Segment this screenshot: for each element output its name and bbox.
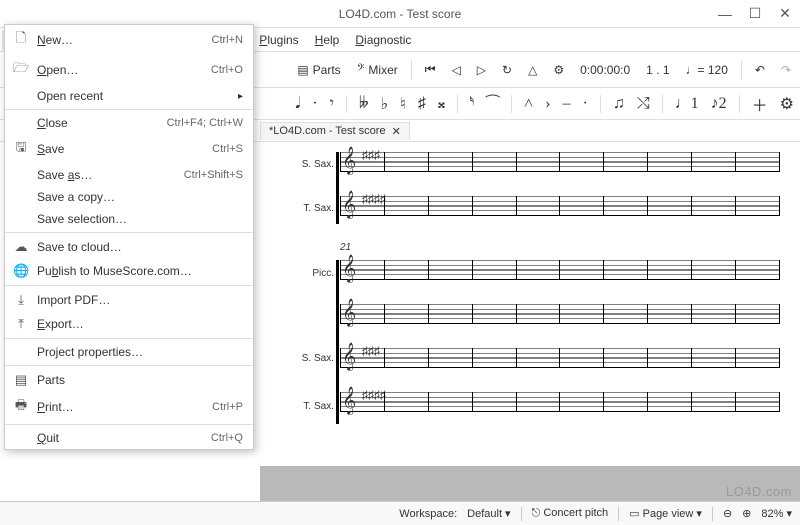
slur-icon[interactable]: ⁀ (486, 94, 499, 114)
staff-label: T. Sax. (280, 401, 334, 412)
tie-icon[interactable]: 𝅯 (470, 95, 474, 113)
undo-button[interactable]: ↶ (750, 60, 770, 80)
score-view[interactable]: S. Sax. T. Sax. 𝄞♯♯♯ 𝄞♯♯♯♯ Picc. S. Sax.… (260, 142, 800, 501)
double-sharp-icon[interactable]: 𝄪 (438, 95, 445, 113)
new-icon: 🗋 (13, 29, 29, 51)
print-icon: 🖶 (13, 396, 29, 418)
gear-icon[interactable]: ⚙ (780, 94, 794, 114)
watermark: LO4D.com (726, 484, 792, 499)
dot-icon[interactable]: · (312, 95, 317, 113)
system-2: Picc. S. Sax. T. Sax. 21 𝄞 𝄞 𝄞♯♯♯ 𝄞♯♯♯♯ (280, 250, 780, 430)
double-flat-icon[interactable]: 𝄫 (359, 95, 369, 113)
duration-quarter-icon[interactable]: 𝅘𝅥 (295, 95, 300, 113)
menu-diagnostic[interactable]: Diagnostic (347, 30, 419, 50)
open-icon: 🗁 (13, 59, 29, 81)
menu-parts[interactable]: ▤Parts (5, 368, 253, 392)
position-display: 1 . 1 (641, 60, 674, 80)
tuning-fork-icon: ⎋ (532, 507, 541, 519)
workspace-label: Workspace: (399, 508, 457, 520)
tenuto-icon[interactable]: – (563, 95, 571, 113)
parts-icon: ▤ (13, 372, 29, 388)
menu-help[interactable]: Help (307, 30, 348, 50)
cloud-icon: ☁ (13, 239, 29, 255)
close-window-button[interactable]: ✕ (770, 0, 800, 28)
system-1: S. Sax. T. Sax. 𝄞♯♯♯ 𝄞♯♯♯♯ (280, 142, 780, 230)
rest-icon[interactable]: 𝄾 (330, 95, 334, 113)
menu-close[interactable]: CloseCtrl+F4; Ctrl+W (5, 112, 253, 134)
rewind-button[interactable]: ⏮ (420, 59, 441, 80)
maximize-button[interactable]: ☐ (740, 0, 770, 28)
menu-plugins[interactable]: Plugins (251, 30, 306, 50)
settings-button[interactable]: ⚙ (548, 60, 569, 80)
metronome-button[interactable]: △ (523, 60, 542, 80)
sharp-icon[interactable]: ♯ (418, 95, 426, 113)
mixer-button[interactable]: 𝄢Mixer (352, 59, 403, 80)
voice1-icon[interactable]: ♩1 (675, 95, 699, 113)
menu-save-cloud[interactable]: ☁Save to cloud… (5, 235, 253, 259)
tab-label: *LO4D.com - Test score (269, 125, 386, 137)
tempo-display: ♩= 120 (681, 60, 733, 80)
menu-quit[interactable]: QuitCtrl+Q (5, 427, 253, 449)
staff-label: Picc. (280, 268, 334, 279)
file-menu-dropdown: 🗋New…Ctrl+N 🗁Open…Ctrl+O Open recent Clo… (4, 24, 254, 450)
menu-project-properties[interactable]: Project properties… (5, 341, 253, 363)
parts-button[interactable]: ▤Parts (292, 60, 345, 80)
play-button[interactable]: ▷ (472, 60, 491, 80)
window-title: LO4D.com - Test score (339, 7, 461, 21)
back-button[interactable]: ◁ (447, 60, 466, 80)
menu-save[interactable]: 🖫SaveCtrl+S (5, 134, 253, 164)
zoom-in-button[interactable]: ⊕ (742, 507, 751, 520)
natural-icon[interactable]: ♮ (400, 94, 406, 114)
staff-label: S. Sax. (280, 353, 334, 364)
page-gap (260, 466, 800, 501)
menu-print[interactable]: 🖶Print…Ctrl+P (5, 392, 253, 422)
menu-save-selection[interactable]: Save selection… (5, 208, 253, 230)
parts-icon: ▤ (297, 63, 308, 77)
add-icon[interactable]: ＋ (752, 92, 768, 116)
flip-icon[interactable]: ⤭ (637, 95, 650, 113)
zoom-level[interactable]: 82% ▾ (761, 507, 792, 520)
globe-icon: 🌐 (13, 263, 29, 279)
marcato-icon[interactable]: ˄ (524, 95, 533, 113)
close-tab-icon[interactable]: ✕ (392, 125, 401, 138)
statusbar: Workspace: Default ▾ ⎋ Concert pitch ▭ P… (0, 501, 800, 525)
staff-label: T. Sax. (280, 203, 334, 214)
staff-label: S. Sax. (280, 159, 334, 170)
menu-save-as[interactable]: Save as…Ctrl+Shift+S (5, 164, 253, 186)
menu-open-recent[interactable]: Open recent (5, 85, 253, 107)
window-controls: — ☐ ✕ (710, 0, 800, 28)
accent-icon[interactable]: › (545, 95, 550, 113)
menu-open[interactable]: 🗁Open…Ctrl+O (5, 55, 253, 85)
tuplet-icon[interactable]: ♫ (613, 95, 625, 113)
menu-import-pdf[interactable]: ⤓Import PDF… (5, 288, 253, 312)
time-display: 0:00:00:0 (575, 60, 635, 80)
save-icon: 🖫 (13, 138, 29, 160)
menu-save-copy[interactable]: Save a copy… (5, 186, 253, 208)
flat-icon[interactable]: ♭ (381, 94, 389, 114)
export-icon: ⤒ (13, 316, 29, 332)
minimize-button[interactable]: — (710, 0, 740, 28)
menu-new[interactable]: 🗋New…Ctrl+N (5, 25, 253, 55)
mixer-icon: 𝄢 (357, 62, 365, 77)
import-icon: ⤓ (13, 292, 29, 308)
score-page: S. Sax. T. Sax. 𝄞♯♯♯ 𝄞♯♯♯♯ Picc. S. Sax.… (270, 142, 790, 470)
view-mode-selector[interactable]: ▭ Page view ▾ (629, 507, 702, 520)
concert-pitch-toggle[interactable]: ⎋ Concert pitch (532, 507, 609, 520)
score-tab[interactable]: *LO4D.com - Test score ✕ (260, 122, 410, 140)
workspace-selector[interactable]: Default ▾ (467, 507, 510, 520)
staccato-icon[interactable]: · (583, 95, 588, 113)
menu-export[interactable]: ⤒Export… (5, 312, 253, 336)
menu-publish[interactable]: 🌐Publish to MuseScore.com… (5, 259, 253, 283)
loop-button[interactable]: ↻ (497, 60, 517, 80)
zoom-out-button[interactable]: ⊖ (723, 507, 732, 520)
redo-button[interactable]: ↷ (776, 60, 796, 80)
voice2-icon[interactable]: ♪2 (711, 95, 727, 113)
